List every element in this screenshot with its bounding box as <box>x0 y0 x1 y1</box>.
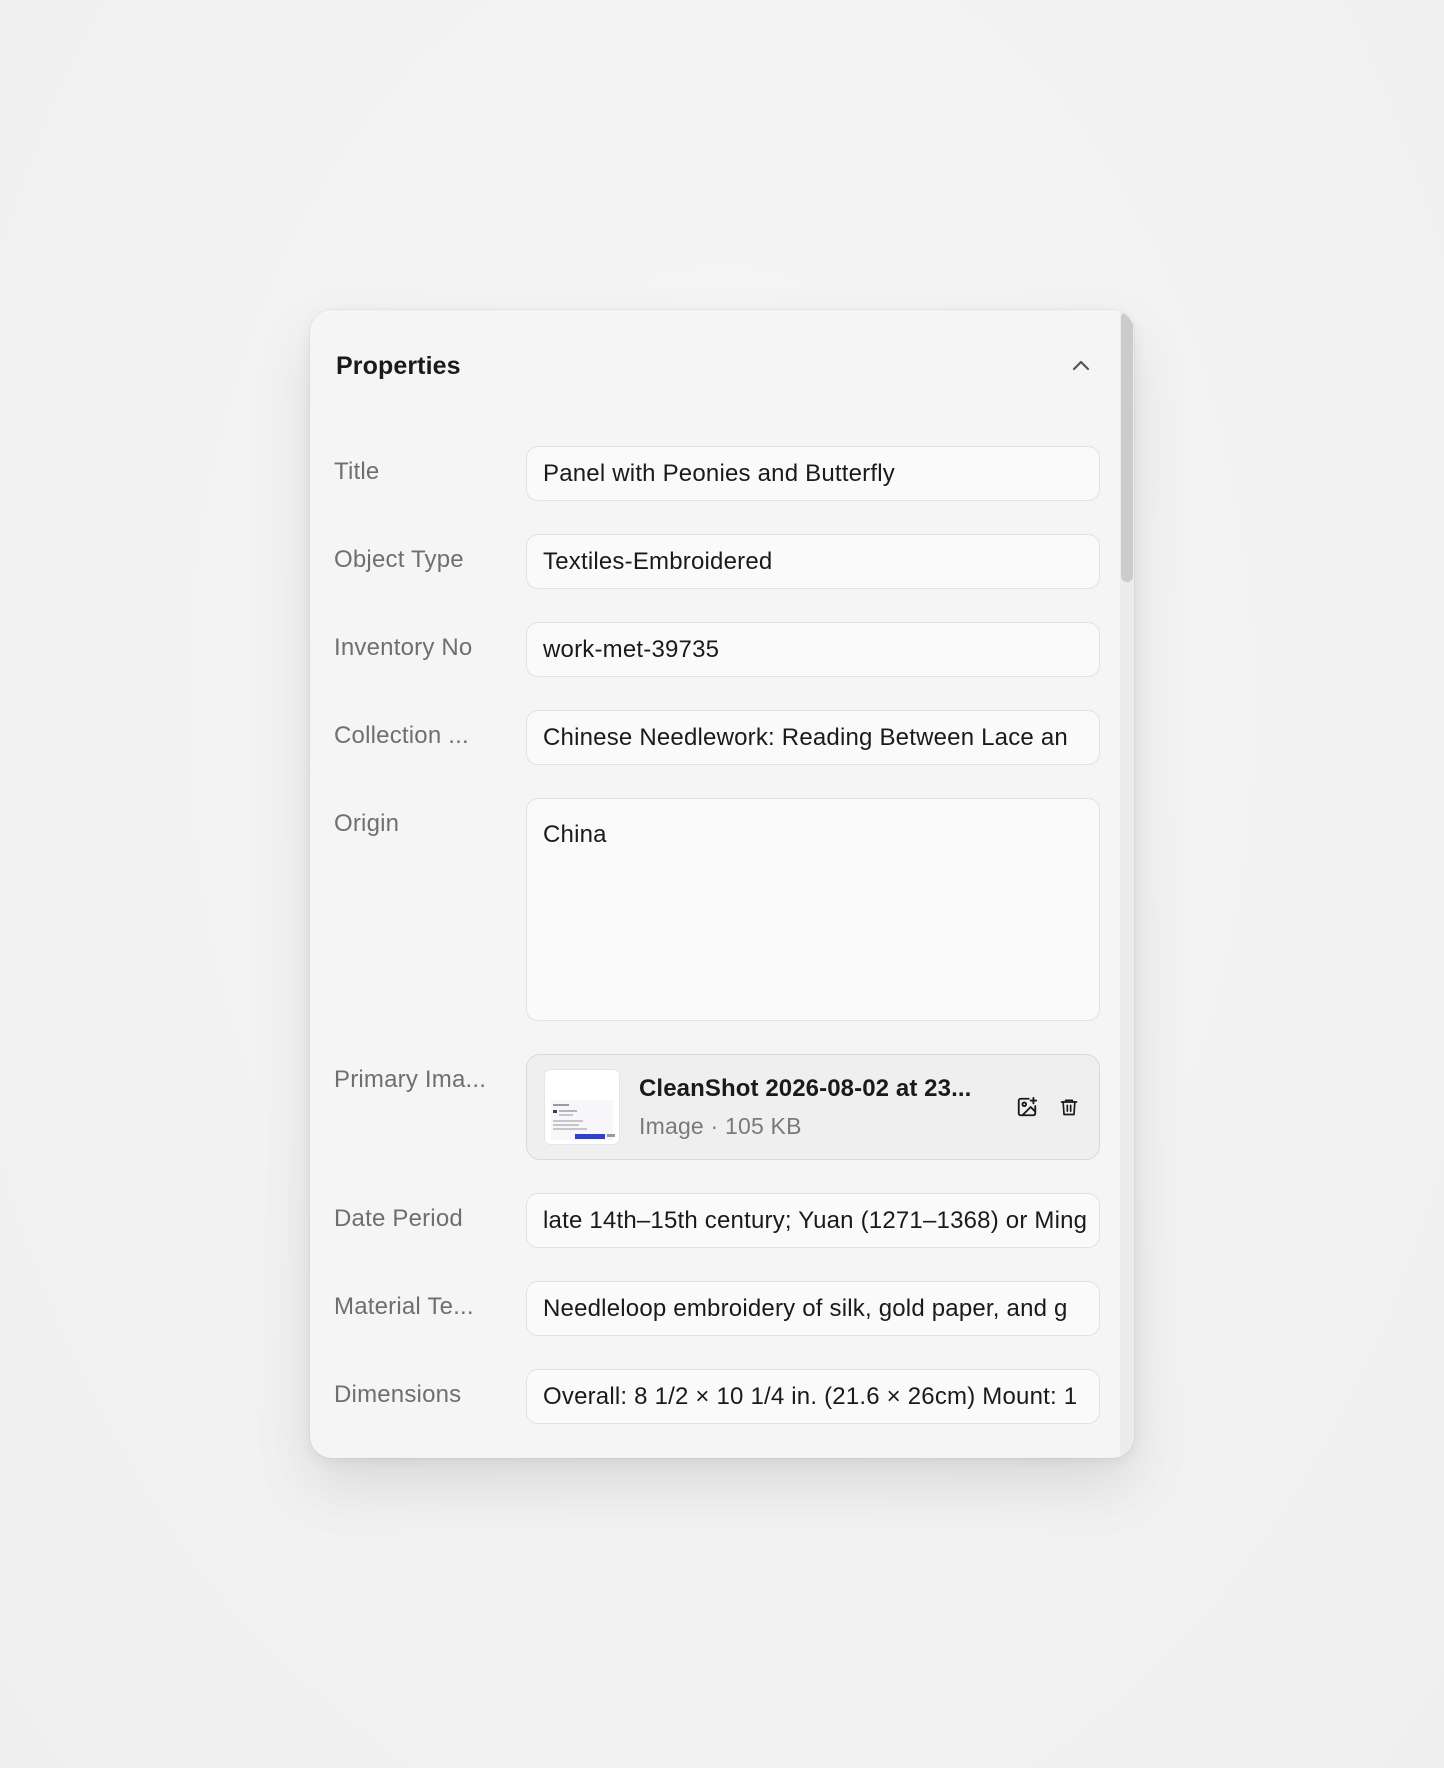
field-row-primary-image: Primary Ima... CleanShot 2026-08-02 at 2… <box>334 1054 1100 1160</box>
file-meta: Image · 105 KB <box>639 1112 802 1139</box>
field-label-origin: Origin <box>334 810 400 837</box>
image-plus-icon <box>1017 1096 1038 1117</box>
field-row-date-period: Date Period late 14th–15th century; Yuan… <box>334 1193 1100 1248</box>
field-label-collection: Collection ... <box>334 722 469 749</box>
trash-icon <box>1060 1099 1078 1116</box>
delete-image-button[interactable] <box>1055 1093 1083 1121</box>
scrollbar-thumb[interactable] <box>1121 312 1133 582</box>
property-fields: Title Panel with Peonies and Butterfly O… <box>334 446 1100 1457</box>
field-row-title: Title Panel with Peonies and Butterfly <box>334 446 1100 501</box>
file-name: CleanShot 2026-08-02 at 23... <box>639 1074 972 1102</box>
date-period-input[interactable]: late 14th–15th century; Yuan (1271–1368)… <box>526 1193 1100 1248</box>
field-row-origin: Origin China <box>334 798 1100 1021</box>
field-label-primary-image: Primary Ima... <box>334 1066 487 1093</box>
file-info: CleanShot 2026-08-02 at 23... Image · 10… <box>639 1075 1001 1140</box>
scrollbar[interactable] <box>1120 310 1134 1458</box>
collapse-button[interactable] <box>1064 349 1098 383</box>
properties-panel: Properties Title Panel with Peonies and … <box>310 310 1134 1458</box>
field-label-dimensions: Dimensions <box>334 1381 462 1408</box>
field-row-object-type: Object Type Textiles-Embroidered <box>334 534 1100 589</box>
field-row-inventory-no: Inventory No work-met-39735 <box>334 622 1100 677</box>
field-row-dimensions: Dimensions Overall: 8 1/2 × 10 1/4 in. (… <box>334 1369 1100 1424</box>
field-label-date-period: Date Period <box>334 1205 463 1232</box>
panel-header: Properties <box>336 346 1098 386</box>
primary-image-attachment[interactable]: CleanShot 2026-08-02 at 23... Image · 10… <box>526 1054 1100 1160</box>
inventory-no-input[interactable]: work-met-39735 <box>526 622 1100 677</box>
chevron-up-icon <box>1072 360 1090 371</box>
material-technique-input[interactable]: Needleloop embroidery of silk, gold pape… <box>526 1281 1100 1336</box>
replace-image-button[interactable] <box>1013 1093 1041 1121</box>
field-label-material-technique: Material Te... <box>334 1293 474 1320</box>
collection-input[interactable]: Chinese Needlework: Reading Between Lace… <box>526 710 1100 765</box>
file-actions <box>1013 1093 1083 1121</box>
field-row-collection: Collection ... Chinese Needlework: Readi… <box>334 710 1100 765</box>
object-type-input[interactable]: Textiles-Embroidered <box>526 534 1100 589</box>
field-label-title: Title <box>334 458 380 485</box>
dimensions-input[interactable]: Overall: 8 1/2 × 10 1/4 in. (21.6 × 26cm… <box>526 1369 1100 1424</box>
field-row-material-technique: Material Te... Needleloop embroidery of … <box>334 1281 1100 1336</box>
origin-textarea[interactable]: China <box>526 798 1100 1021</box>
field-label-inventory-no: Inventory No <box>334 634 473 661</box>
title-input[interactable]: Panel with Peonies and Butterfly <box>526 446 1100 501</box>
field-label-object-type: Object Type <box>334 546 464 573</box>
image-thumbnail <box>545 1070 619 1144</box>
panel-title: Properties <box>336 351 461 380</box>
